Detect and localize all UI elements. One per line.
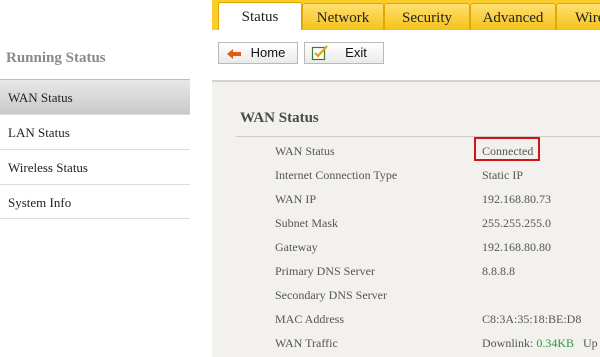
wan-ip-label: WAN IP bbox=[275, 192, 316, 206]
traffic-downlink-label: Downlink: bbox=[482, 336, 537, 350]
sidebar-item-wan-status[interactable]: WAN Status bbox=[0, 79, 190, 114]
subnet-mask-value: 255.255.255.0 bbox=[482, 216, 551, 230]
traffic-uplink-label: Up bbox=[574, 336, 598, 350]
section-divider bbox=[236, 136, 600, 137]
sidebar-item-wireless-status[interactable]: Wireless Status bbox=[0, 149, 190, 184]
sidebar-title: Running Status bbox=[6, 50, 106, 66]
tab-advanced[interactable]: Advanced bbox=[470, 3, 556, 30]
tab-security[interactable]: Security bbox=[384, 3, 470, 30]
mac-address-value: C8:3A:35:18:BE:D8 bbox=[482, 312, 582, 326]
toolbar-divider bbox=[212, 80, 600, 82]
sidebar-item-system-info[interactable]: System Info bbox=[0, 184, 190, 219]
home-button[interactable]: Home bbox=[218, 42, 298, 64]
wan-traffic-value: Downlink: 0.34KB Up bbox=[482, 336, 598, 351]
wan-status-value: Connected bbox=[482, 144, 534, 158]
section-title: WAN Status bbox=[240, 110, 319, 126]
connection-type-value: Static IP bbox=[482, 168, 523, 182]
traffic-downlink-value: 0.34KB bbox=[536, 336, 575, 350]
exit-check-icon bbox=[311, 45, 328, 61]
gateway-value: 192.168.80.80 bbox=[482, 240, 551, 254]
tab-network[interactable]: Network bbox=[302, 3, 384, 30]
tab-status[interactable]: Status bbox=[218, 2, 302, 31]
mac-address-label: MAC Address bbox=[275, 312, 345, 326]
wan-ip-value: 192.168.80.73 bbox=[482, 192, 551, 206]
subnet-mask-label: Subnet Mask bbox=[275, 216, 338, 230]
primary-dns-value: 8.8.8.8 bbox=[482, 264, 515, 278]
exit-button[interactable]: Exit bbox=[304, 42, 384, 64]
gateway-label: Gateway bbox=[275, 240, 318, 254]
wan-traffic-label: WAN Traffic bbox=[275, 336, 338, 350]
top-left-spacer bbox=[0, 0, 212, 30]
wan-status-label: WAN Status bbox=[275, 144, 335, 158]
secondary-dns-label: Secondary DNS Server bbox=[275, 288, 387, 302]
home-button-label: Home bbox=[250, 45, 286, 60]
tab-wireless[interactable]: Wire bbox=[556, 3, 600, 30]
primary-dns-label: Primary DNS Server bbox=[275, 264, 375, 278]
sidebar-item-lan-status[interactable]: LAN Status bbox=[0, 114, 190, 149]
sidebar-menu: WAN Status LAN Status Wireless Status Sy… bbox=[0, 79, 190, 219]
exit-button-label: Exit bbox=[345, 45, 367, 60]
connection-type-label: Internet Connection Type bbox=[275, 168, 398, 182]
